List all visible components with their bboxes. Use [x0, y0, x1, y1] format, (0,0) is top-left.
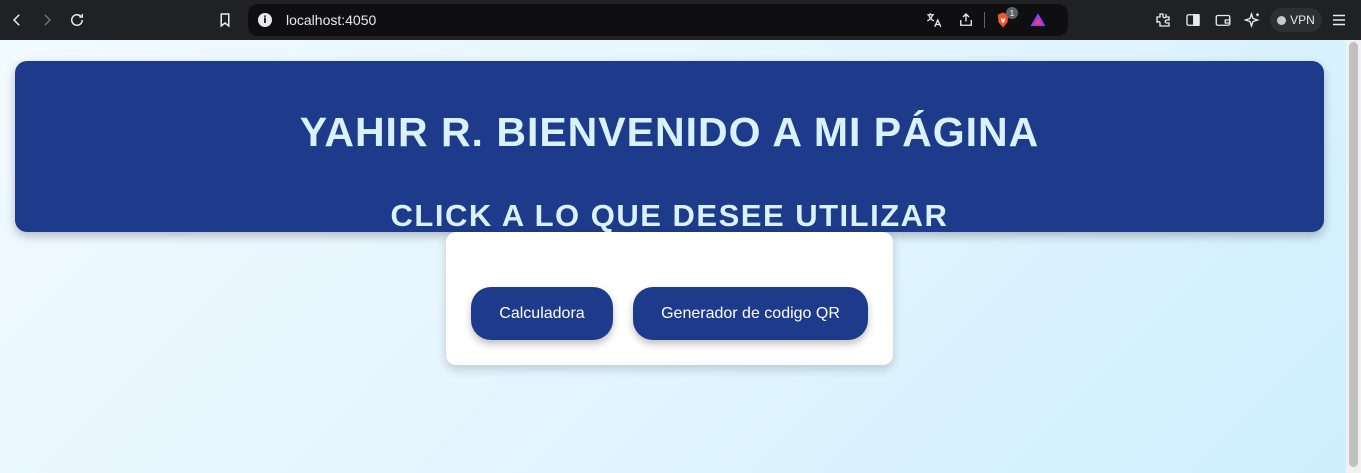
button-card: Calculadora Generador de codigo QR — [446, 232, 893, 365]
qr-generator-button[interactable]: Generador de codigo QR — [633, 287, 868, 340]
info-icon[interactable]: i — [258, 13, 272, 27]
browser-toolbar: i localhost:4050 1 VPN — [0, 0, 1361, 40]
vpn-button[interactable]: VPN — [1270, 8, 1322, 32]
url-text[interactable]: localhost:4050 — [286, 12, 376, 28]
page-subtitle: CLICK A LO QUE DESEE UTILIZAR — [390, 198, 949, 233]
vpn-status-icon — [1277, 15, 1287, 25]
scrollbar-thumb[interactable] — [1349, 42, 1358, 467]
extensions-icon[interactable] — [1152, 9, 1174, 31]
page-viewport: YAHIR R. BIENVENIDO A MI PÁGINA CLICK A … — [0, 40, 1361, 473]
calculator-button[interactable]: Calculadora — [471, 287, 613, 340]
brave-rewards-icon[interactable] — [1028, 10, 1048, 30]
wallet-icon[interactable] — [1212, 9, 1234, 31]
vertical-scrollbar[interactable] — [1346, 40, 1361, 473]
address-bar[interactable]: i localhost:4050 1 — [248, 4, 1068, 36]
divider — [984, 12, 985, 28]
bookmark-icon[interactable] — [214, 9, 236, 31]
page-title: YAHIR R. BIENVENIDO A MI PÁGINA — [299, 109, 1040, 155]
menu-icon[interactable] — [1328, 9, 1350, 31]
leo-ai-icon[interactable] — [1242, 9, 1264, 31]
vpn-label: VPN — [1290, 13, 1315, 27]
reload-icon[interactable] — [66, 9, 88, 31]
translate-icon[interactable] — [924, 10, 944, 30]
back-icon[interactable] — [6, 9, 28, 31]
header-banner: YAHIR R. BIENVENIDO A MI PÁGINA CLICK A … — [15, 61, 1324, 233]
sidebar-icon[interactable] — [1182, 9, 1204, 31]
shield-count-badge: 1 — [1006, 7, 1018, 19]
share-icon[interactable] — [956, 10, 976, 30]
forward-icon[interactable] — [36, 9, 58, 31]
